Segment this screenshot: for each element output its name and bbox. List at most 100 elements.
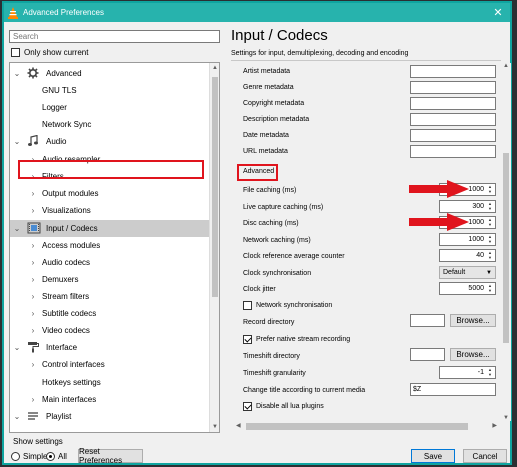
chevron-down-icon[interactable]: ⌄ (12, 412, 22, 421)
tree-item-subtitle-codecs[interactable]: › Subtitle codecs (10, 305, 209, 322)
scroll-up-icon[interactable]: ▲ (210, 63, 219, 73)
chevron-down-icon[interactable]: ⌄ (12, 69, 22, 78)
clock-jitter-spinbox[interactable]: 5000 ▲ ▼ (439, 282, 496, 295)
page-subtitle: Settings for input, demultiplexing, deco… (231, 50, 409, 57)
all-option[interactable]: All (46, 452, 67, 461)
scroll-down-icon[interactable]: ▼ (501, 415, 511, 421)
file-caching-value: 1000 (468, 186, 484, 193)
spin-arrows-icon[interactable]: ▲ ▼ (486, 184, 494, 194)
chevron-down-icon[interactable]: ⌄ (12, 343, 22, 352)
search-input[interactable] (9, 30, 220, 43)
tree-scroll-thumb[interactable] (212, 77, 218, 297)
reset-preferences-button[interactable]: Reset Preferences (78, 447, 143, 465)
only-show-current-checkbox[interactable] (11, 48, 20, 57)
clock-ref-spinbox[interactable]: 40 ▲ ▼ (439, 249, 496, 262)
prefer-native-checkbox[interactable] (243, 335, 252, 344)
simple-radio[interactable] (11, 452, 20, 461)
metadata-input[interactable] (410, 97, 496, 110)
chevron-down-icon[interactable]: ⌄ (12, 224, 22, 233)
live-caching-spinbox[interactable]: 300 ▲ ▼ (439, 200, 496, 213)
clock-jitter-label: Clock jitter (243, 286, 276, 293)
tree-item-demuxers[interactable]: › Demuxers (10, 271, 209, 288)
chevron-right-icon[interactable]: › (28, 241, 38, 250)
timeshift-dir-label: Timeshift directory (243, 353, 300, 360)
tree-item-video-codecs[interactable]: › Video codecs (10, 322, 209, 339)
spin-arrows-icon[interactable]: ▲ ▼ (486, 283, 494, 293)
tree-item-audio[interactable]: ⌄ Audio (10, 133, 209, 150)
tree-item-audio-codecs[interactable]: › Audio codecs (10, 254, 209, 271)
metadata-input[interactable] (410, 129, 496, 142)
tree-item-interface[interactable]: ⌄ Interface (10, 339, 209, 356)
close-button[interactable]: ✕ (486, 3, 510, 22)
only-show-current[interactable]: Only show current (11, 48, 88, 57)
scroll-right-icon[interactable]: ▶ (492, 421, 497, 432)
network-caching-value: 1000 (468, 236, 484, 243)
only-show-current-label: Only show current (24, 48, 89, 57)
scroll-left-icon[interactable]: ◀ (236, 421, 241, 432)
network-sync-checkbox[interactable] (243, 301, 252, 310)
network-caching-spinbox[interactable]: 1000 ▲ ▼ (439, 233, 496, 246)
all-radio[interactable] (46, 452, 55, 461)
metadata-input[interactable] (410, 113, 496, 126)
spin-arrows-icon[interactable]: ▲ ▼ (486, 234, 494, 244)
chevron-right-icon[interactable]: › (28, 395, 38, 404)
clock-sync-dropdown[interactable]: Default ▼ (439, 266, 496, 279)
metadata-input[interactable] (410, 81, 496, 94)
disc-caching-value: 1000 (468, 219, 484, 226)
timeshift-dir-browse-button[interactable]: Browse... (450, 348, 496, 361)
chevron-right-icon[interactable]: › (28, 360, 38, 369)
chevron-right-icon[interactable]: › (28, 258, 38, 267)
arrow-right-icon (409, 180, 469, 198)
metadata-input[interactable] (410, 65, 496, 78)
settings-hscroll-thumb[interactable] (246, 423, 468, 430)
metadata-input[interactable] (410, 145, 496, 158)
simple-option[interactable]: Simple (11, 452, 47, 461)
tree-item-access-modules[interactable]: › Access modules (10, 237, 209, 254)
change-title-input[interactable]: $Z (410, 383, 496, 396)
record-dir-label: Record directory (243, 319, 295, 326)
chevron-right-icon[interactable]: › (28, 292, 38, 301)
category-tree: ⌄ Advanced GNU TLS Logger Network Sync ⌄ Audio… (9, 62, 220, 433)
settings-hscrollbar[interactable]: ◀ ▶ (234, 421, 499, 432)
tree-item-hotkeys-settings[interactable]: Hotkeys settings (10, 374, 209, 391)
tree-item-logger[interactable]: Logger (10, 99, 209, 116)
spin-arrows-icon[interactable]: ▲ ▼ (486, 201, 494, 211)
tree-item-playlist[interactable]: ⌄ Playlist (10, 408, 209, 425)
tree-item-main-interfaces[interactable]: › Main interfaces (10, 391, 209, 408)
timeshift-gran-spinbox[interactable]: -1 ▲ ▼ (439, 366, 496, 379)
spin-arrows-icon[interactable]: ▲ ▼ (486, 217, 494, 227)
network-sync-option[interactable]: Network synchronisation (243, 301, 332, 310)
record-dir-input[interactable] (410, 314, 445, 327)
scroll-down-icon[interactable]: ▼ (210, 422, 219, 432)
tree-item-label: Audio codecs (42, 258, 91, 267)
timeshift-dir-input[interactable] (410, 348, 445, 361)
record-dir-browse-button[interactable]: Browse... (450, 314, 496, 327)
disable-lua-option[interactable]: Disable all lua plugins (243, 402, 324, 411)
chevron-right-icon[interactable]: › (28, 206, 38, 215)
tree-item-output-modules[interactable]: › Output modules (10, 185, 209, 202)
chevron-right-icon[interactable]: › (28, 326, 38, 335)
tree-item-label: Access modules (42, 241, 101, 250)
settings-scroll-thumb[interactable] (503, 153, 509, 343)
tree-item-control-interfaces[interactable]: › Control interfaces (10, 356, 209, 373)
tree-scrollbar[interactable]: ▲ ▼ (209, 63, 219, 432)
chevron-down-icon[interactable]: ⌄ (12, 137, 22, 146)
scroll-up-icon[interactable]: ▲ (501, 63, 511, 69)
cancel-button[interactable]: Cancel (463, 449, 507, 463)
prefer-native-option[interactable]: Prefer native stream recording (243, 335, 350, 344)
arrow-right-icon (409, 213, 469, 231)
tree-item-stream-filters[interactable]: › Stream filters (10, 288, 209, 305)
save-button[interactable]: Save (411, 449, 455, 463)
chevron-right-icon[interactable]: › (28, 309, 38, 318)
chevron-right-icon[interactable]: › (28, 189, 38, 198)
tree-item-gnu-tls[interactable]: GNU TLS (10, 82, 209, 99)
disable-lua-checkbox[interactable] (243, 402, 252, 411)
tree-item-advanced[interactable]: ⌄ Advanced (10, 65, 209, 82)
tree-item-network-sync[interactable]: Network Sync (10, 116, 209, 133)
tree-item-input-codecs[interactable]: ⌄ Input / Codecs (10, 220, 209, 237)
spin-arrows-icon[interactable]: ▲ ▼ (486, 367, 494, 377)
tree-item-visualizations[interactable]: › Visualizations (10, 202, 209, 219)
chevron-right-icon[interactable]: › (28, 275, 38, 284)
settings-scrollbar[interactable]: ▲ ▼ (501, 63, 511, 421)
spin-arrows-icon[interactable]: ▲ ▼ (486, 250, 494, 260)
